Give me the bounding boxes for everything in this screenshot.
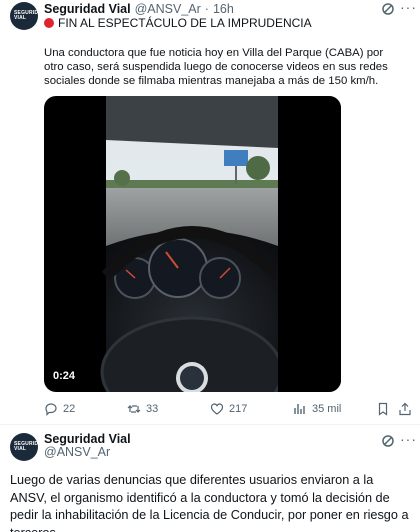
headline-text: FIN AL ESPECTÁCULO DE LA IMPRUDENCIA [58,16,312,30]
repost-icon [127,405,141,413]
headline: FIN AL ESPECTÁCULO DE LA IMPRUDENCIA [44,16,312,30]
tweet-header: Seguridad Vial @ANSV_Ar · 16h [44,2,234,16]
red-circle-icon [44,18,54,28]
reply-count: 22 [63,403,76,415]
reply-button[interactable]: 22 [44,402,75,416]
separator: · [204,2,209,16]
video-frame [100,96,341,392]
tweet[interactable]: SEGURIDAD VIAL Seguridad Vial @ANSV_Ar ·… [0,0,420,420]
tweet-text: Una conductora que fue noticia hoy en Vi… [44,47,388,87]
author-name[interactable]: Seguridad Vial [44,2,131,16]
more-icon[interactable]: ··· [400,0,416,16]
views-button[interactable]: 35 mil [293,402,341,416]
timestamp[interactable]: 16h [213,2,234,16]
avatar[interactable]: SEGURIDAD VIAL [10,433,46,461]
views-count: 35 mil [312,403,342,415]
avatar[interactable]: SEGURIDAD VIAL [10,2,46,30]
bookmark-icon [378,402,388,416]
share-icon [399,402,411,416]
tweet-header: Seguridad Vial @ANSV_Ar [44,433,131,459]
like-icon [210,403,224,415]
author-handle[interactable]: @ANSV_Ar [44,446,131,459]
share-button[interactable] [398,402,412,416]
repost-button[interactable]: 33 [127,402,158,416]
more-icon[interactable]: ··· [400,432,416,448]
tweet-text: Luego de varias denuncias que diferentes… [10,473,409,532]
video-duration: 0:24 [53,370,76,382]
views-icon [294,404,305,414]
action-bar: 22 33 217 35 mil [44,402,414,416]
like-button[interactable]: 217 [210,402,247,416]
grok-icon[interactable] [381,434,395,448]
repost-count: 33 [146,403,159,415]
like-count: 217 [229,403,248,415]
video-player[interactable]: 0:24 [44,96,341,392]
reply-icon [45,403,57,416]
bookmark-button[interactable] [376,402,390,416]
tweet[interactable]: SEGURIDAD VIAL Seguridad Vial @ANSV_Ar ·… [0,425,420,532]
author-handle[interactable]: @ANSV_Ar [135,2,201,16]
grok-icon[interactable] [381,2,395,16]
